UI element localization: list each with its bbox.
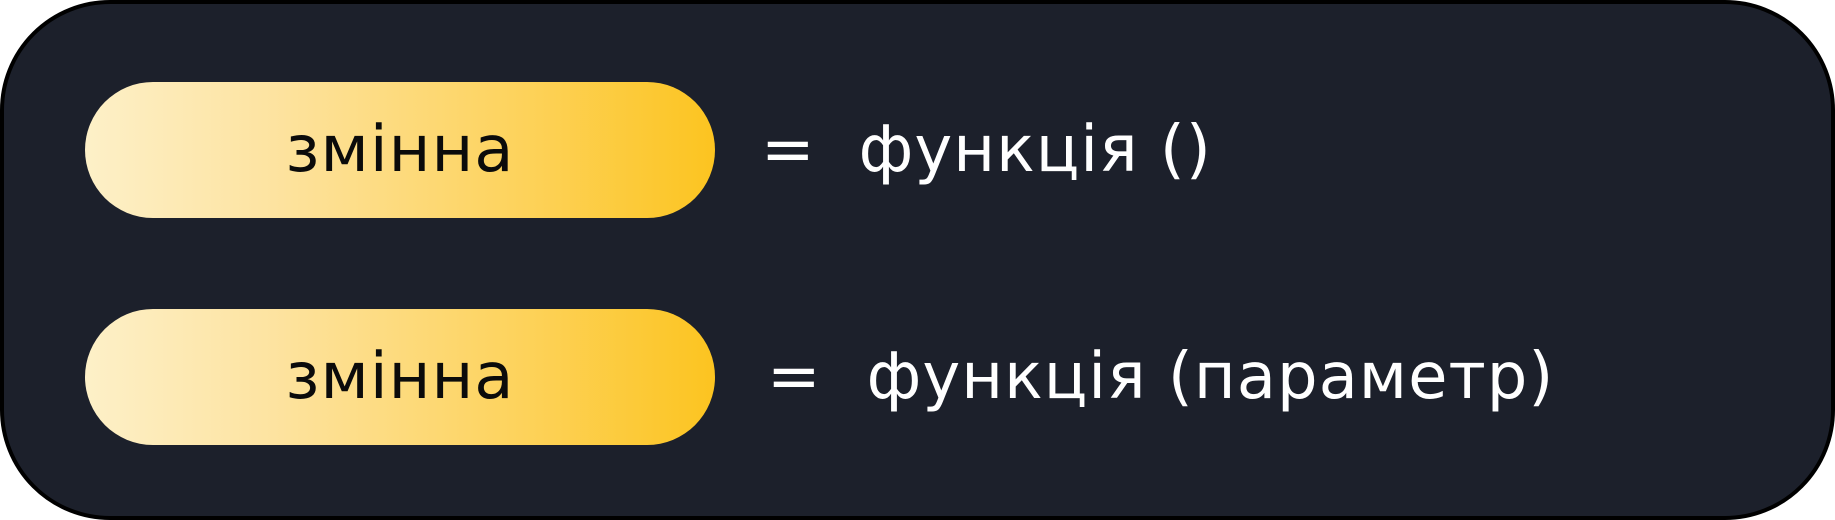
syntax-row-no-parameters: змінна = функція () [85, 82, 1212, 218]
function-call-expression: функція () [858, 113, 1212, 187]
assignment-operator: = [761, 113, 815, 187]
function-call-expression: функція (параметр) [866, 340, 1555, 414]
variable-pill: змінна [85, 82, 715, 218]
assignment-operator: = [767, 340, 821, 414]
variable-pill: змінна [85, 309, 715, 445]
syntax-card: змінна = функція () змінна = функція (па… [0, 0, 1835, 520]
variable-label: змінна [285, 340, 515, 414]
variable-label: змінна [285, 113, 515, 187]
syntax-row-with-parameter: змінна = функція (параметр) [85, 309, 1554, 445]
